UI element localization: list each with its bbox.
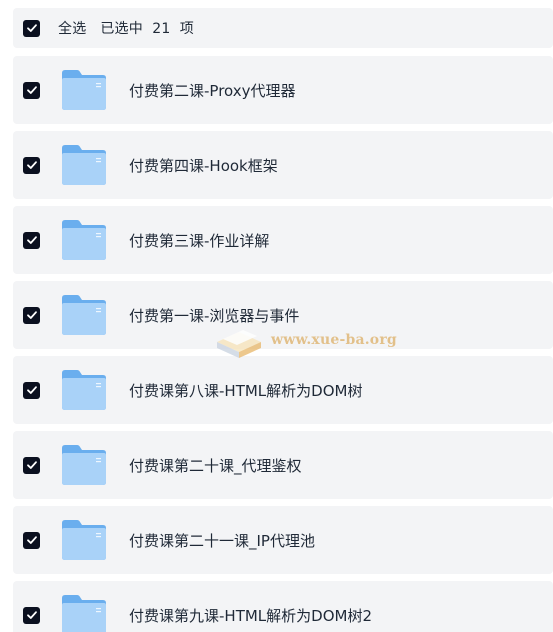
file-name[interactable]: 付费第一课-浏览器与事件 (129, 305, 299, 326)
row-checkbox[interactable] (23, 606, 40, 624)
folder-icon (60, 219, 108, 261)
file-name[interactable]: 付费课第二十课_代理鉴权 (129, 455, 302, 476)
folder-icon (60, 519, 108, 561)
check-icon (26, 311, 37, 319)
file-row[interactable]: 付费第三课-作业详解 (13, 206, 553, 274)
file-row[interactable]: 付费课第二十课_代理鉴权 (13, 431, 553, 499)
check-icon (26, 536, 37, 544)
file-name[interactable]: 付费第二课-Proxy代理器 (129, 80, 296, 101)
file-row[interactable]: 付费第一课-浏览器与事件 (13, 281, 553, 349)
file-list-page: 全选 已选中 21 项 付费第二课-Proxy代理器 付费第四课-Hook框架 … (0, 0, 553, 632)
check-icon (26, 161, 37, 169)
folder-icon (60, 144, 108, 186)
check-icon (26, 611, 37, 619)
check-icon (26, 386, 37, 394)
check-icon (26, 86, 37, 94)
row-checkbox[interactable] (23, 381, 40, 399)
check-icon (26, 461, 37, 469)
file-row[interactable]: 付费课第九课-HTML解析为DOM树2 (13, 581, 553, 632)
row-checkbox[interactable] (23, 306, 40, 324)
file-row[interactable]: 付费课第二十一课_IP代理池 (13, 506, 553, 574)
file-name[interactable]: 付费第三课-作业详解 (129, 230, 269, 251)
file-row[interactable]: 付费第二课-Proxy代理器 (13, 56, 553, 124)
file-name[interactable]: 付费课第九课-HTML解析为DOM树2 (129, 605, 372, 626)
file-name[interactable]: 付费课第八课-HTML解析为DOM树 (129, 380, 362, 401)
folder-icon (60, 444, 108, 486)
file-row[interactable]: 付费课第八课-HTML解析为DOM树 (13, 356, 553, 424)
row-checkbox[interactable] (23, 531, 40, 549)
check-icon (26, 24, 37, 32)
folder-icon (60, 294, 108, 336)
selection-summary: 全选 已选中 21 项 (58, 21, 194, 37)
file-row[interactable]: 付费第四课-Hook框架 (13, 131, 553, 199)
row-checkbox[interactable] (23, 456, 40, 474)
select-all-checkbox[interactable] (23, 19, 40, 37)
select-all-bar: 全选 已选中 21 项 (13, 8, 553, 48)
file-name[interactable]: 付费课第二十一课_IP代理池 (129, 530, 315, 551)
check-icon (26, 236, 37, 244)
row-checkbox[interactable] (23, 156, 40, 174)
row-checkbox[interactable] (23, 231, 40, 249)
folder-icon (60, 69, 108, 111)
folder-icon (60, 594, 108, 632)
file-name[interactable]: 付费第四课-Hook框架 (129, 155, 278, 176)
row-checkbox[interactable] (23, 81, 40, 99)
folder-icon (60, 369, 108, 411)
